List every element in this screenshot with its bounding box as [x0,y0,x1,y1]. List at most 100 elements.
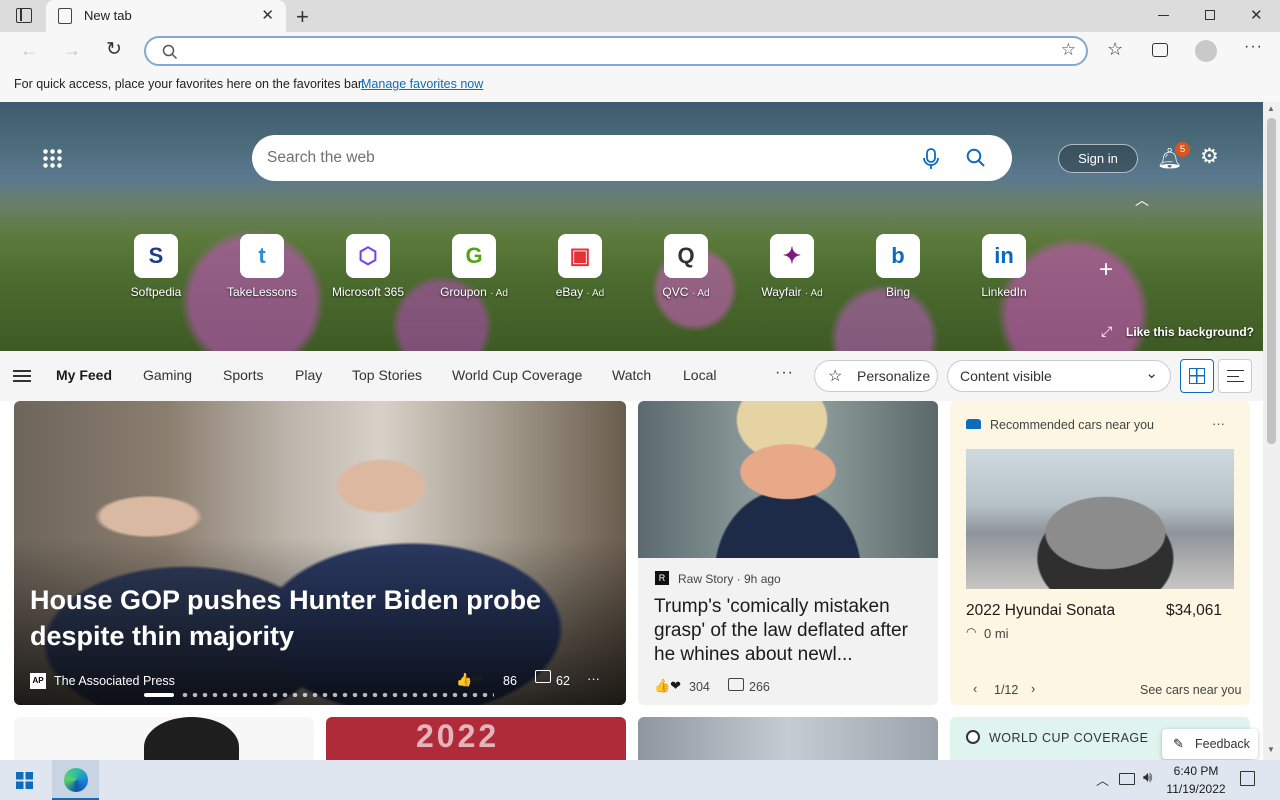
story-card-bottom-2[interactable]: 2022 [326,717,626,760]
add-site-icon[interactable]: + [1099,256,1113,284]
nav-item-local[interactable]: Local [683,367,716,383]
quick-link-label[interactable]: Groupon · Ad [421,285,527,299]
second-story-card[interactable]: R Raw Story · 9h ago Trump's 'comically … [638,401,938,705]
cars-card[interactable]: Recommended cars near you ··· 2022 Hyund… [950,401,1250,705]
next-icon[interactable]: › [1031,681,1035,696]
site-logo-icon: Q [677,243,695,268]
year-banner: 2022 [416,718,500,754]
nav-item-watch[interactable]: Watch [612,367,651,383]
story-card-bottom-3[interactable] [638,717,938,760]
web-search-box[interactable]: Search the web [252,135,1012,181]
see-cars-link[interactable]: See cars near you [1140,683,1241,697]
personalize-button[interactable]: ☆ Personalize [814,360,938,392]
new-tab-icon[interactable]: + [296,4,309,30]
refresh-icon[interactable]: ↻ [106,38,122,61]
quick-link-label[interactable]: Wayfair · Ad [739,285,845,299]
cars-more-icon[interactable]: ··· [1212,416,1225,431]
main-story-card[interactable]: House GOP pushes Hunter Biden probe desp… [14,401,626,705]
app-launcher-icon[interactable] [42,148,62,168]
car-model[interactable]: 2022 Hyundai Sonata [966,602,1115,620]
quick-link-tile[interactable]: t [240,234,284,278]
volume-icon[interactable]: 🔊︎ [1143,769,1152,786]
prev-icon[interactable]: ‹ [973,681,977,696]
search-submit-icon[interactable] [966,148,986,168]
restore-icon[interactable] [1205,10,1215,20]
quick-link-label[interactable]: Bing [845,285,951,299]
title-bar: New tab ✕ + ✕ [0,0,1280,32]
scroll-thumb[interactable] [1267,118,1276,444]
settings-more-icon[interactable]: ··· [1244,38,1263,56]
expand-icon[interactable]: ⤢ [1101,323,1112,340]
quick-link-label[interactable]: eBay · Ad [527,285,633,299]
main-reactions-count[interactable]: 86 [503,674,517,688]
world-cup-header: WORLD CUP COVERAGE [989,731,1149,745]
carousel-dots[interactable] [144,693,494,699]
microphone-icon[interactable] [922,148,940,170]
page-settings-icon[interactable]: ⚙ [1200,144,1219,169]
page-scrollbar[interactable]: ▲ ▼ [1263,102,1280,760]
car-distance: 0 mi [984,626,1009,641]
main-comments-count[interactable]: 62 [556,674,570,688]
second-reactions-count[interactable]: 304 [689,680,710,694]
story-card-bottom-1[interactable] [14,717,314,760]
address-bar[interactable]: ☆ [144,36,1088,66]
nav-item-my-feed[interactable]: My Feed [56,367,112,383]
show-hidden-icons[interactable]: ︿ [1096,770,1109,789]
list-view-icon[interactable] [1218,359,1252,393]
menu-icon[interactable] [13,370,31,382]
add-favorite-icon[interactable]: ☆ [1061,40,1076,60]
nav-item-world-cup-coverage[interactable]: World Cup Coverage [452,367,582,383]
second-headline[interactable]: Trump's 'comically mistaken grasp' of th… [654,595,924,667]
more-nav-icon[interactable]: ··· [775,364,794,382]
quick-link-label[interactable]: LinkedIn [951,285,1057,299]
nav-item-top-stories[interactable]: Top Stories [352,367,422,383]
edge-taskbar-button[interactable] [52,760,99,800]
sign-in-button[interactable]: Sign in [1058,144,1138,173]
quick-link-label[interactable]: Microsoft 365 [315,285,421,299]
page-icon [58,8,72,24]
favorites-icon[interactable]: ☆ [1107,39,1123,60]
minimize-icon[interactable] [1158,15,1169,16]
quick-link-tile[interactable]: ⬡ [346,234,390,278]
like-background-link[interactable]: Like this background? [1126,325,1254,339]
scroll-up-icon[interactable]: ▲ [1267,104,1275,113]
main-headline[interactable]: House GOP pushes Hunter Biden probe desp… [30,582,590,654]
notifications-center-icon[interactable] [1240,771,1255,786]
tab-new-tab[interactable]: New tab ✕ [46,0,286,32]
network-icon[interactable] [1119,773,1135,785]
quick-link-tile[interactable]: Q [664,234,708,278]
car-image[interactable] [966,449,1234,589]
quick-link-tile[interactable]: ✦ [770,234,814,278]
quick-link-label[interactable]: QVC · Ad [633,285,739,299]
forward-icon[interactable]: → [63,40,81,61]
scroll-down-icon[interactable]: ▼ [1267,745,1275,754]
content-visibility-select[interactable]: Content visible ⌄ [947,360,1171,392]
quick-link-tile[interactable]: in [982,234,1026,278]
close-window-icon[interactable]: ✕ [1250,6,1263,24]
nav-item-sports[interactable]: Sports [223,367,263,383]
nav-item-play[interactable]: Play [295,367,322,383]
nav-item-gaming[interactable]: Gaming [143,367,192,383]
start-windows-icon[interactable] [16,772,33,789]
quick-link-tile[interactable]: G [452,234,496,278]
grid-view-icon[interactable] [1180,359,1214,393]
quick-link-label[interactable]: TakeLessons [209,285,315,299]
main-source[interactable]: The Associated Press [54,674,175,688]
tab-actions-icon[interactable] [16,8,32,23]
collections-icon[interactable] [1152,43,1168,57]
story-more-icon[interactable]: ··· [587,671,600,686]
quick-link-tile[interactable]: S [134,234,178,278]
second-source[interactable]: Raw Story · 9h ago [678,572,781,586]
collapse-icon[interactable]: ︿ [1135,190,1149,210]
quick-link-tile[interactable]: b [876,234,920,278]
back-icon[interactable]: ← [20,40,38,61]
clock-date[interactable]: 11/19/2022 [1163,782,1229,796]
manage-favorites-link[interactable]: Manage favorites now [361,77,483,91]
clock-time[interactable]: 6:40 PM [1170,764,1222,778]
profile-avatar[interactable] [1195,40,1217,62]
quick-link-tile[interactable]: ▣ [558,234,602,278]
quick-link-label[interactable]: Softpedia [103,285,209,299]
second-comments-count[interactable]: 266 [749,680,770,694]
feedback-button[interactable]: ✎ Feedback [1162,729,1258,759]
close-tab-icon[interactable]: ✕ [261,6,274,24]
